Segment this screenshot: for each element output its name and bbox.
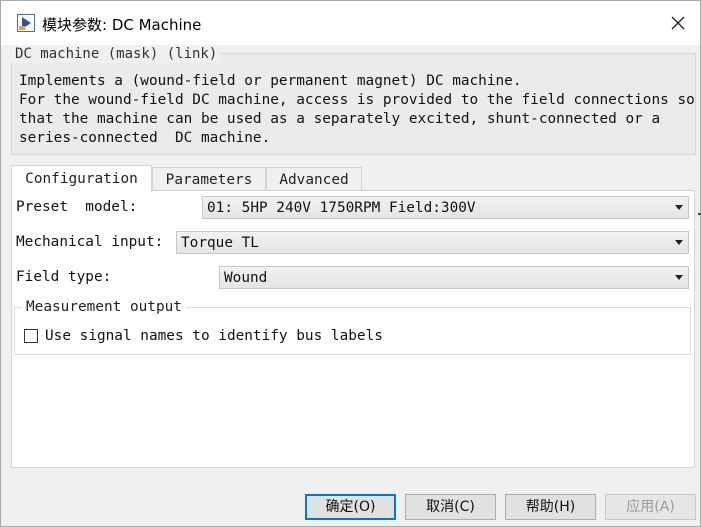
mechanical-input-label: Mechanical input:	[16, 234, 164, 250]
mask-description: Implements a (wound-field or permanent m…	[19, 73, 695, 146]
title-bar[interactable]: 模块参数: DC Machine	[1, 1, 700, 45]
measurement-output-legend: Measurement output	[22, 298, 186, 316]
preset-model-select[interactable]: 01: 5HP 240V 1750RPM Field:300V	[202, 196, 689, 219]
close-button[interactable]	[663, 9, 693, 39]
mechanical-input-select[interactable]: Torque TL	[176, 231, 689, 254]
help-button[interactable]: 帮助(H)	[505, 494, 596, 520]
preset-model-value: 01: 5HP 240V 1750RPM Field:300V	[207, 200, 476, 216]
tab-configuration[interactable]: Configuration	[11, 165, 152, 192]
use-signal-names-label[interactable]: Use signal names to identify bus labels	[45, 326, 383, 346]
window-title: 模块参数: DC Machine	[42, 16, 202, 34]
mechanical-input-value: Torque TL	[181, 235, 259, 251]
field-type-label: Field type:	[16, 269, 112, 285]
tab-advanced[interactable]: Advanced	[266, 167, 362, 191]
chevron-down-icon	[675, 205, 683, 210]
mask-legend: DC machine (mask) (link)	[11, 45, 222, 63]
apply-button[interactable]: 应用(A)	[605, 494, 696, 520]
field-type-select[interactable]: Wound	[219, 266, 689, 289]
use-signal-names-checkbox[interactable]	[24, 329, 38, 343]
chevron-down-icon	[675, 240, 683, 245]
close-icon	[671, 15, 685, 34]
simulink-block-icon	[17, 14, 35, 32]
chevron-down-icon	[675, 275, 683, 280]
ok-button[interactable]: 确定(O)	[305, 494, 396, 520]
block-parameters-dialog: 模块参数: DC Machine DC machine (mask) (link…	[0, 0, 701, 527]
field-type-value: Wound	[224, 270, 268, 286]
tab-parameters[interactable]: Parameters	[152, 167, 266, 191]
cancel-button[interactable]: 取消(C)	[405, 494, 496, 520]
preset-model-label: Preset model:	[16, 199, 138, 215]
